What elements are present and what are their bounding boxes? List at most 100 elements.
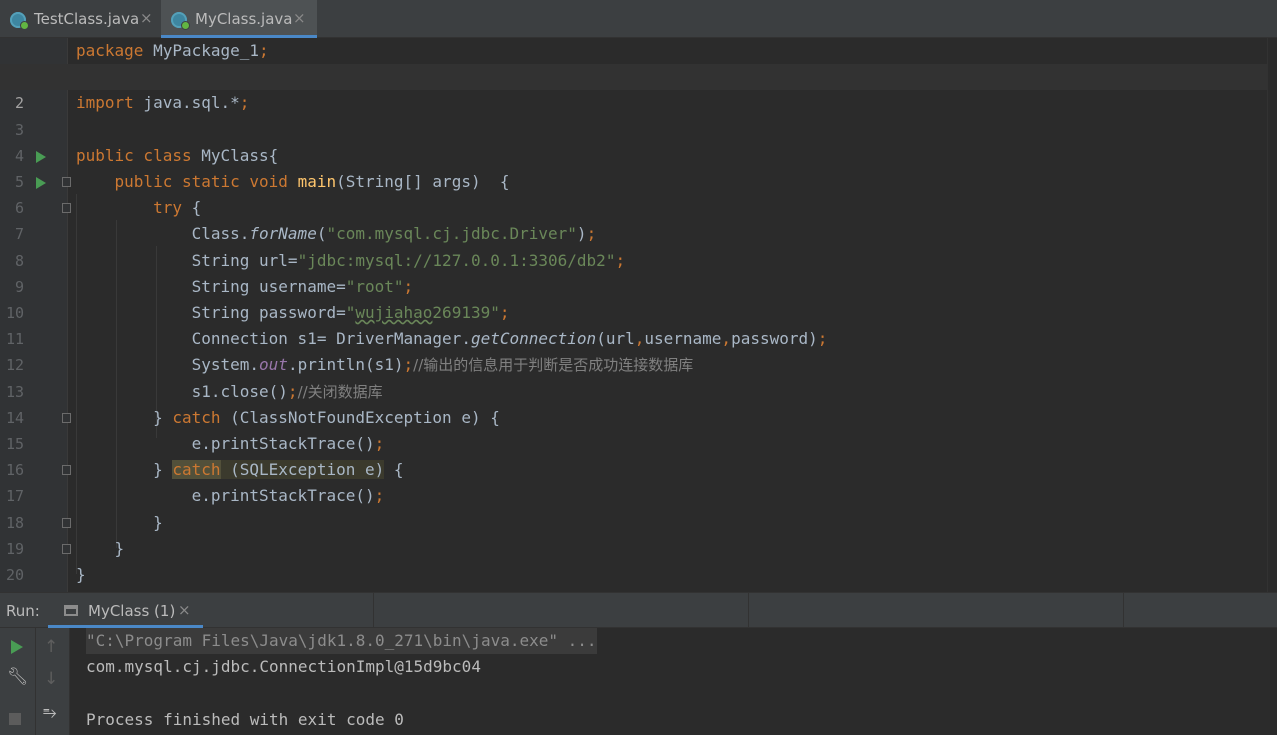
play-icon[interactable] [11, 640, 23, 654]
code-text: Class. [191, 224, 250, 244]
semicolon: ; [615, 250, 626, 270]
keyword: import [76, 93, 134, 113]
code-line: 16 e.printStackTrace(); [0, 431, 1277, 479]
code-text: } [153, 460, 173, 480]
string-literal: "com.mysql.cj.jdbc.Driver" [326, 224, 577, 244]
code-text: (url [596, 329, 635, 349]
code-text: { [384, 460, 404, 480]
run-tab-label: MyClass (1) [88, 602, 176, 620]
divider [1123, 593, 1124, 629]
code-text: } [153, 512, 163, 532]
console-command-line: "C:\Program Files\Java\jdk1.8.0_271\bin\… [86, 628, 597, 654]
tab-label: TestClass.java [34, 10, 140, 28]
typo-highlight: wujiahao [355, 303, 433, 322]
arrow-up-icon[interactable]: ↑ [44, 638, 58, 656]
code-line: 11 String password="wujiahao269139"; [0, 300, 1277, 348]
keyword: try [153, 198, 182, 218]
static-field: out [259, 355, 288, 375]
fold-icon[interactable] [62, 203, 71, 214]
soft-wrap-icon[interactable]: ⥱ [43, 704, 57, 722]
keyword-highlighted: catch [172, 460, 221, 480]
string-literal: " [345, 303, 356, 322]
console-exit-line: Process finished with exit code 0 [86, 710, 404, 729]
code-line: 4 [0, 117, 1277, 165]
run-toolbar: Run: MyClass (1) × [0, 592, 1277, 629]
close-icon[interactable]: × [293, 9, 306, 27]
divider [35, 628, 36, 735]
console-icon [64, 605, 78, 616]
keyword: public static void [114, 172, 288, 191]
run-gutter-icon[interactable] [36, 150, 46, 163]
code-text: } [114, 538, 125, 558]
run-tab-myclass[interactable]: MyClass (1) × [48, 593, 203, 628]
fold-icon[interactable] [62, 543, 71, 554]
code-text: e.printStackTrace() [191, 486, 375, 506]
semicolon: ; [499, 303, 510, 322]
code-line: 20 } [0, 536, 1277, 584]
divider [748, 593, 749, 629]
code-text: String password= [191, 303, 346, 322]
code-line: 19 } [0, 510, 1277, 558]
semicolon: ; [287, 381, 298, 401]
java-class-icon [10, 12, 29, 30]
wrench-icon[interactable]: 🔧︎ [7, 668, 29, 686]
semicolon: ; [239, 93, 250, 113]
code-text: } [76, 565, 86, 584]
code-line: 18 e.printStackTrace(); [0, 483, 1277, 531]
fold-icon[interactable] [62, 177, 71, 187]
code-line: 12 Connection s1= DriverManager.getConne… [0, 326, 1277, 374]
code-line: 15 } catch (ClassNotFoundException e) { [0, 405, 1277, 453]
code-text: System. [191, 355, 260, 375]
run-console[interactable]: 🔧︎ ↑ ↓ ⥱ "C:\Program Files\Java\jdk1.8.0… [0, 628, 1277, 735]
close-icon[interactable]: × [178, 601, 191, 619]
code-text: java.sql.* [133, 93, 240, 113]
code-text: username [644, 329, 722, 349]
method-call: getConnection [470, 329, 597, 349]
tab-testclass[interactable]: TestClass.java × [0, 0, 160, 38]
semicolon: ; [817, 329, 828, 349]
fold-icon[interactable] [62, 412, 71, 423]
code-comment: //关闭数据库 [297, 382, 383, 401]
keyword: package [76, 41, 144, 60]
code-comment: //输出的信息用于判断是否成功连接数据库 [413, 356, 694, 375]
fold-icon[interactable] [62, 465, 71, 476]
code-text: (ClassNotFoundException e) { [220, 407, 500, 427]
fold-icon[interactable] [62, 517, 71, 528]
tab-label: MyClass.java [195, 10, 293, 28]
divider [373, 593, 374, 629]
code-line: 5 public class MyClass{ [0, 143, 1277, 191]
arrow-down-icon[interactable]: ↓ [44, 670, 58, 688]
code-text: String url= [191, 250, 298, 270]
code-line: 6 public static void main(String[] args)… [0, 169, 1277, 217]
semicolon: ; [403, 276, 414, 296]
semicolon: ; [374, 434, 385, 453]
code-text: String username= [191, 276, 346, 296]
keyword: public class [76, 145, 192, 165]
code-line: 14 s1.close();//关闭数据库 [0, 379, 1277, 427]
run-gutter-icon[interactable] [36, 177, 46, 189]
stop-icon[interactable] [9, 713, 21, 725]
code-text: ) [576, 224, 587, 244]
semicolon: ; [259, 41, 269, 60]
code-text: s1.close() [191, 381, 288, 401]
keyword: catch [172, 407, 221, 427]
code-text: password) [731, 329, 818, 349]
string-literal: "root" [345, 276, 404, 296]
code-editor[interactable]: 1 package MyPackage_1; 2 3 import java.s… [0, 38, 1277, 610]
semicolon: ; [374, 486, 385, 506]
editor-scrollbar[interactable] [1267, 38, 1277, 592]
code-line: 10 String username="root"; [0, 274, 1277, 322]
code-line: 17 } catch (SQLException e) { [0, 457, 1277, 505]
code-text: MyPackage_1 [143, 41, 260, 60]
code-text: (String[] args) { [336, 172, 510, 191]
close-icon[interactable]: × [140, 9, 153, 27]
semicolon: ; [586, 224, 597, 244]
code-line: 13 System.out.println(s1);//输出的信息用于判断是否成… [0, 352, 1277, 400]
tab-myclass[interactable]: MyClass.java × [161, 0, 317, 38]
code-text: Connection s1= DriverManager. [191, 329, 471, 349]
code-line: 1 package MyPackage_1; [0, 38, 1277, 86]
code-text: e.printStackTrace() [191, 434, 375, 453]
java-class-icon [171, 12, 190, 30]
code-text: { [181, 198, 202, 218]
comma: , [634, 329, 645, 349]
